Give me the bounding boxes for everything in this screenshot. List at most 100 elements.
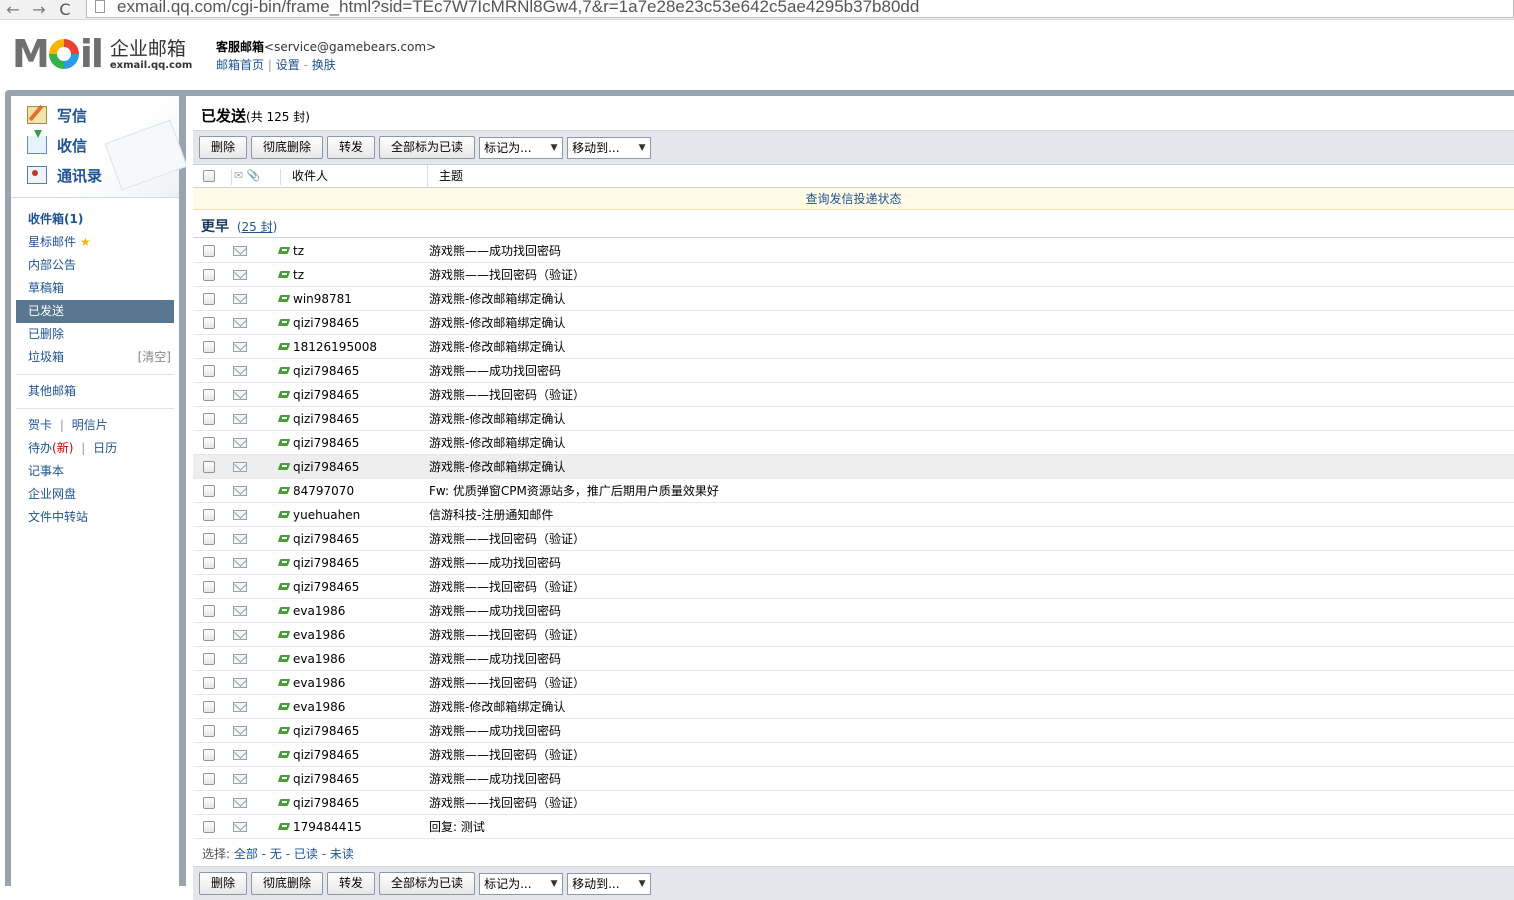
reload-icon[interactable]: C	[52, 1, 78, 17]
select-none-link[interactable]: 无	[270, 847, 282, 861]
calendar-link[interactable]: 日历	[93, 441, 117, 455]
select-all-link[interactable]: 全部	[234, 847, 258, 861]
move-to-select[interactable]: 移动到... ▼	[567, 872, 652, 895]
row-checkbox[interactable]	[203, 821, 215, 833]
mail-row[interactable]: qizi798465 游戏熊——成功找回密码	[193, 767, 1514, 791]
mark-as-select[interactable]: 标记为... ▼	[479, 136, 564, 159]
url-field[interactable]: exmail.qq.com/cgi-bin/frame_html?sid=TEc…	[86, 0, 1514, 18]
enterprise-disk-link[interactable]: 企业网盘	[11, 483, 179, 506]
forward-button[interactable]: 转发	[327, 872, 376, 895]
mail-row[interactable]: win98781 游戏熊-修改邮箱绑定确认	[193, 287, 1514, 311]
notes-link[interactable]: 记事本	[11, 460, 179, 483]
mail-row[interactable]: qizi798465 游戏熊——成功找回密码	[193, 719, 1514, 743]
mail-row[interactable]: qizi798465 游戏熊——找回密码（验证）	[193, 791, 1514, 815]
row-checkbox[interactable]	[203, 509, 215, 521]
delivery-status-link[interactable]: 查询发信投递状态	[805, 192, 901, 206]
folder-sent[interactable]: 已发送	[16, 300, 174, 323]
mail-row[interactable]: qizi798465 游戏熊——成功找回密码	[193, 551, 1514, 575]
mail-row[interactable]: qizi798465 游戏熊——成功找回密码	[193, 359, 1514, 383]
row-checkbox[interactable]	[203, 269, 215, 281]
mail-row[interactable]: eva1986 游戏熊——找回密码（验证）	[193, 623, 1514, 647]
row-checkbox[interactable]	[203, 533, 215, 545]
select-unread-link[interactable]: 未读	[330, 847, 354, 861]
back-arrow-icon[interactable]: ←	[0, 1, 26, 17]
write-button[interactable]: 写信	[27, 104, 87, 126]
row-checkbox[interactable]	[203, 797, 215, 809]
postcard-link[interactable]: 明信片	[72, 418, 108, 432]
folder-other-mailboxes[interactable]: 其他邮箱	[11, 380, 179, 403]
subject-column-header[interactable]: 主题	[439, 165, 463, 188]
delete-permanently-button[interactable]: 彻底删除	[251, 872, 324, 895]
mail-row[interactable]: 18126195008 游戏熊-修改邮箱绑定确认	[193, 335, 1514, 359]
mail-row[interactable]: tz 游戏熊——成功找回密码	[193, 239, 1514, 263]
file-transfer-link[interactable]: 文件中转站	[11, 506, 179, 529]
row-checkbox[interactable]	[203, 317, 215, 329]
mail-row[interactable]: qizi798465 游戏熊-修改邮箱绑定确认	[193, 455, 1514, 479]
folder-inbox[interactable]: 收件箱(1)	[11, 208, 179, 231]
folder-starred[interactable]: 星标邮件 ★	[11, 231, 179, 254]
mail-row[interactable]: qizi798465 游戏熊-修改邮箱绑定确认	[193, 311, 1514, 335]
mark-all-read-button[interactable]: 全部标为已读	[379, 872, 476, 895]
forward-button[interactable]: 转发	[327, 136, 376, 159]
receive-button[interactable]: 收信	[27, 130, 87, 156]
group-count[interactable]: (25 封)	[237, 220, 277, 234]
folder-trash[interactable]: 垃圾箱 [清空]	[11, 346, 179, 369]
delete-permanently-button[interactable]: 彻底删除	[251, 136, 324, 159]
delete-button[interactable]: 删除	[199, 136, 248, 159]
row-checkbox[interactable]	[203, 653, 215, 665]
mail-row[interactable]: qizi798465 游戏熊——找回密码（验证）	[193, 383, 1514, 407]
move-to-value: 移动到...	[572, 141, 620, 155]
mail-row[interactable]: eva1986 游戏熊-修改邮箱绑定确认	[193, 695, 1514, 719]
mailbox-home-link[interactable]: 邮箱首页	[216, 58, 264, 72]
row-checkbox[interactable]	[203, 725, 215, 737]
mark-all-read-button[interactable]: 全部标为已读	[379, 136, 476, 159]
recipient: eva1986	[293, 604, 346, 618]
mail-row[interactable]: eva1986 游戏熊——成功找回密码	[193, 599, 1514, 623]
row-checkbox[interactable]	[203, 437, 215, 449]
mark-as-select[interactable]: 标记为... ▼	[479, 872, 564, 895]
change-skin-link[interactable]: 换肤	[312, 58, 336, 72]
empty-trash-link[interactable]: [清空]	[138, 346, 171, 369]
mail-row[interactable]: yuehuahen 信游科技-注册通知邮件	[193, 503, 1514, 527]
mail-row[interactable]: 84797070 Fw: 优质弹窗CPM资源站多，推广后期用户质量效果好	[193, 479, 1514, 503]
row-checkbox[interactable]	[203, 365, 215, 377]
row-checkbox[interactable]	[203, 629, 215, 641]
row-checkbox[interactable]	[203, 557, 215, 569]
mail-row[interactable]: qizi798465 游戏熊——找回密码（验证）	[193, 527, 1514, 551]
mail-row[interactable]: qizi798465 游戏熊——找回密码（验证）	[193, 575, 1514, 599]
logo[interactable]: M il 企业邮箱 exmail.qq.com	[12, 35, 192, 73]
forward-arrow-icon[interactable]: →	[26, 1, 52, 17]
todo-link[interactable]: 待办(新)	[28, 441, 73, 455]
recipient-column-header[interactable]: 收件人	[283, 165, 428, 188]
row-checkbox[interactable]	[203, 461, 215, 473]
delete-button[interactable]: 删除	[199, 872, 248, 895]
mail-row[interactable]: eva1986 游戏熊——找回密码（验证）	[193, 671, 1514, 695]
row-checkbox[interactable]	[203, 341, 215, 353]
settings-link[interactable]: 设置	[276, 58, 300, 72]
row-checkbox[interactable]	[203, 485, 215, 497]
folder-deleted[interactable]: 已删除	[11, 323, 179, 346]
row-checkbox[interactable]	[203, 581, 215, 593]
select-read-link[interactable]: 已读	[294, 847, 318, 861]
row-checkbox[interactable]	[203, 245, 215, 257]
contacts-button[interactable]: 通讯录	[27, 164, 102, 186]
row-checkbox[interactable]	[203, 749, 215, 761]
row-checkbox[interactable]	[203, 701, 215, 713]
row-checkbox[interactable]	[203, 605, 215, 617]
select-all-checkbox[interactable]	[203, 170, 215, 182]
mail-row[interactable]: 179484415 回复: 测试	[193, 815, 1514, 839]
folder-drafts[interactable]: 草稿箱	[11, 277, 179, 300]
mail-row[interactable]: qizi798465 游戏熊-修改邮箱绑定确认	[193, 431, 1514, 455]
move-to-select[interactable]: 移动到... ▼	[567, 136, 652, 159]
greeting-card-link[interactable]: 贺卡	[28, 418, 52, 432]
row-checkbox[interactable]	[203, 677, 215, 689]
mail-row[interactable]: qizi798465 游戏熊——找回密码（验证）	[193, 743, 1514, 767]
mail-row[interactable]: tz 游戏熊——找回密码（验证）	[193, 263, 1514, 287]
folder-notice[interactable]: 内部公告	[11, 254, 179, 277]
mail-row[interactable]: qizi798465 游戏熊-修改邮箱绑定确认	[193, 407, 1514, 431]
row-checkbox[interactable]	[203, 389, 215, 401]
row-checkbox[interactable]	[203, 773, 215, 785]
row-checkbox[interactable]	[203, 293, 215, 305]
row-checkbox[interactable]	[203, 413, 215, 425]
mail-row[interactable]: eva1986 游戏熊——成功找回密码	[193, 647, 1514, 671]
